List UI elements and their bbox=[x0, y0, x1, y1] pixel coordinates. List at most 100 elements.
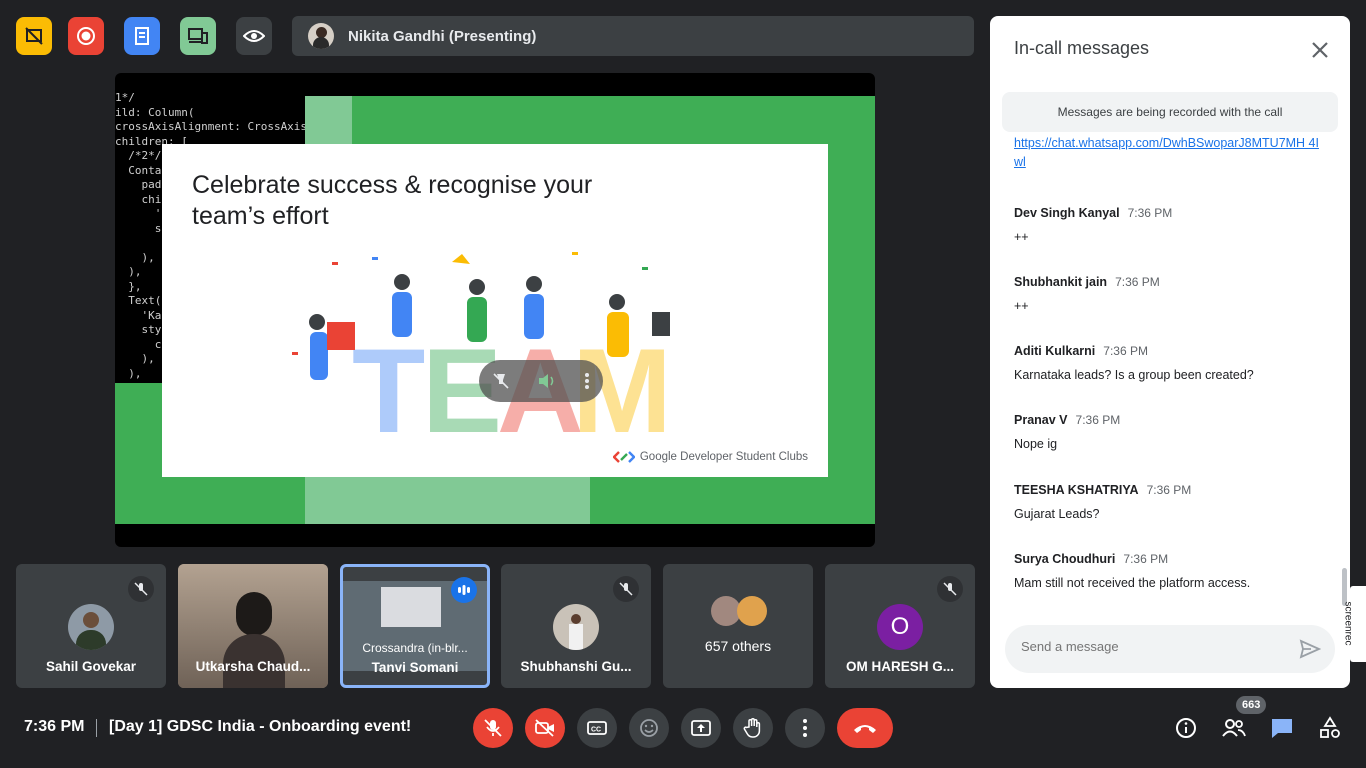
tile-overlay-controls[interactable] bbox=[479, 360, 603, 402]
screenrec-tab[interactable]: screenrec bbox=[1342, 586, 1366, 662]
message-time: 7:36 PM bbox=[1127, 206, 1173, 220]
present-button[interactable] bbox=[681, 708, 721, 748]
team-letter-t: T bbox=[352, 324, 425, 452]
notes-button[interactable] bbox=[124, 17, 160, 55]
eye-icon bbox=[243, 30, 265, 42]
participant-subname: Tanvi Somani bbox=[371, 660, 459, 675]
devices-button[interactable] bbox=[180, 17, 216, 55]
participant-name: OM HARESH G... bbox=[845, 659, 954, 674]
message-input[interactable] bbox=[1021, 639, 1281, 654]
volume-icon[interactable] bbox=[537, 372, 557, 390]
message-text: Nope ig bbox=[1014, 437, 1058, 451]
gdsc-label: Google Developer Student Clubs bbox=[639, 451, 808, 463]
sender-name: Shubhankit jain bbox=[1014, 275, 1108, 289]
record-button[interactable] bbox=[68, 17, 104, 55]
team-illustration: T E A M bbox=[292, 252, 672, 452]
more-vert-icon bbox=[803, 719, 807, 737]
message: Shubhankit jain 7:36 PM ++ bbox=[1014, 273, 1326, 313]
sender-name: Aditi Kulkarni bbox=[1014, 344, 1096, 358]
mic-off-icon bbox=[484, 719, 502, 737]
sender-name: Pranav V bbox=[1014, 413, 1068, 427]
chat-title: In-call messages bbox=[1014, 38, 1150, 58]
divider bbox=[96, 719, 97, 737]
message-compose[interactable] bbox=[1005, 625, 1335, 673]
message-time: 7:36 PM bbox=[1123, 552, 1169, 566]
raise-hand-button[interactable] bbox=[733, 708, 773, 748]
presentation-stage: 1*/ ild: Column( crossAxisAlignment: Cro… bbox=[115, 73, 875, 547]
participant-tile[interactable]: Shubhanshi Gu... bbox=[501, 564, 651, 688]
mic-off-icon bbox=[128, 576, 154, 602]
message-time: 7:36 PM bbox=[1103, 344, 1148, 358]
reactions-button[interactable] bbox=[629, 708, 669, 748]
message: Surya Choudhuri 7:36 PM Mam still not rece… bbox=[1014, 550, 1326, 590]
avatar bbox=[553, 604, 599, 650]
captions-icon: CC bbox=[587, 721, 607, 735]
chat-panel: In-call messages Messages are being reco… bbox=[990, 16, 1350, 688]
others-tile[interactable]: 657 others bbox=[663, 564, 813, 688]
end-call-icon bbox=[854, 725, 876, 733]
message-text: ++ bbox=[1014, 299, 1029, 313]
mic-toggle-button[interactable] bbox=[473, 708, 513, 748]
people-icon[interactable] bbox=[1221, 717, 1247, 739]
emoji-icon bbox=[640, 719, 658, 737]
presenter-bar: Nikita Gandhi (Presenting) bbox=[292, 16, 974, 56]
message-time: 7:36 PM bbox=[1075, 413, 1121, 427]
slide-green-light-top bbox=[305, 96, 352, 144]
participant-name: Utkarsha Chaud... bbox=[195, 659, 311, 674]
notes-icon bbox=[135, 27, 149, 45]
captions-button[interactable]: CC bbox=[577, 708, 617, 748]
others-count: 657 others bbox=[704, 638, 772, 654]
clock: 7:36 PM bbox=[24, 718, 85, 735]
message-text: ++ bbox=[1014, 230, 1029, 244]
avatar bbox=[68, 604, 114, 650]
message-text: Gujarat Leads? bbox=[1014, 507, 1100, 521]
chat-scrollbar[interactable] bbox=[1342, 568, 1347, 606]
participant-tile[interactable]: O OM HARESH G... bbox=[825, 564, 975, 688]
slide-green-light bbox=[305, 473, 590, 524]
message: TEESHA KSHATRIYA 7:36 PM Gujarat Leads? bbox=[1014, 481, 1326, 521]
more-options-icon[interactable] bbox=[584, 372, 590, 390]
devices-icon bbox=[188, 28, 208, 44]
presenter-name: Nikita Gandhi (Presenting) bbox=[348, 27, 537, 45]
participant-name: Shubhanshi Gu... bbox=[520, 659, 632, 674]
chat-icon[interactable] bbox=[1270, 717, 1294, 739]
view-button[interactable] bbox=[236, 17, 272, 55]
participant-count-badge: 663 bbox=[1236, 696, 1267, 714]
participant-name: Crossandra (in-blr... bbox=[362, 641, 468, 655]
captions-off-button[interactable] bbox=[16, 17, 52, 55]
message-time: 7:36 PM bbox=[1146, 483, 1192, 497]
camera-toggle-button[interactable] bbox=[525, 708, 565, 748]
room-screen bbox=[381, 587, 441, 627]
svg-text:CC: CC bbox=[591, 727, 601, 734]
slide-title: Celebrate success & recognise your team’… bbox=[192, 171, 593, 230]
close-icon[interactable] bbox=[1308, 38, 1332, 62]
message-time: 7:36 PM bbox=[1115, 275, 1160, 289]
unpin-icon[interactable] bbox=[492, 372, 510, 390]
record-icon bbox=[77, 27, 95, 45]
activities-icon[interactable] bbox=[1318, 716, 1342, 740]
message-link[interactable]: https://chat.whatsapp.com/DwhBSwoparJ8MT… bbox=[1014, 136, 1324, 172]
participant-tile[interactable]: Sahil Govekar bbox=[16, 564, 166, 688]
presenter-avatar bbox=[308, 23, 334, 49]
info-icon[interactable] bbox=[1174, 716, 1198, 740]
gdsc-logo: Google Developer Student Clubs bbox=[612, 451, 808, 463]
no-slides-icon bbox=[25, 27, 43, 45]
leave-call-button[interactable] bbox=[837, 708, 893, 748]
message-text: Mam still not received the platform acce… bbox=[1014, 576, 1251, 590]
send-icon[interactable] bbox=[1299, 639, 1321, 659]
message: Aditi Kulkarni 7:36 PM Karnataka leads? Is… bbox=[1014, 342, 1326, 382]
message-text: Karnataka leads? Is a group been created… bbox=[1014, 368, 1254, 382]
screenrec-label: screenrec bbox=[1342, 601, 1354, 646]
mic-off-icon bbox=[937, 576, 963, 602]
participant-tile-speaking[interactable]: Crossandra (in-blr... Tanvi Somani bbox=[340, 564, 490, 688]
speaking-indicator-icon bbox=[451, 577, 477, 603]
message-list[interactable]: https://chat.whatsapp.com/DwhBSwoparJ8MT… bbox=[1014, 136, 1326, 596]
hand-icon bbox=[743, 718, 761, 738]
mic-off-icon bbox=[613, 576, 639, 602]
avatar-initial: O bbox=[877, 604, 923, 650]
others-avatar-2 bbox=[737, 596, 767, 626]
message: Pranav V 7:36 PM Nope ig bbox=[1014, 411, 1326, 451]
participant-name: Sahil Govekar bbox=[45, 659, 137, 674]
participant-tile[interactable]: Utkarsha Chaud... bbox=[178, 564, 328, 688]
more-options-button[interactable] bbox=[785, 708, 825, 748]
